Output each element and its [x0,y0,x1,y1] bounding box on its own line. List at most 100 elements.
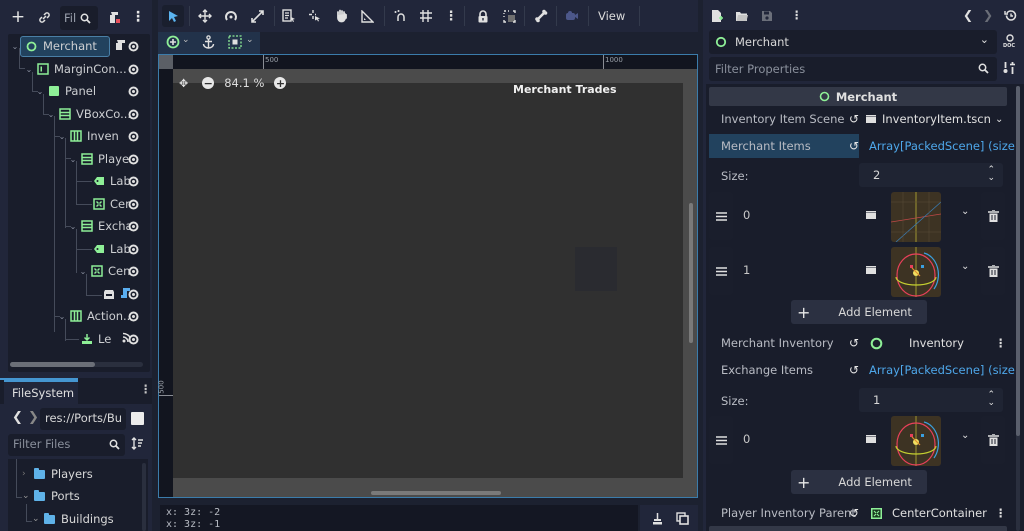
kebab-menu-icon[interactable]: ⋮ [995,506,1007,520]
tree-node-exchange[interactable]: ⌄ Excha [68,215,146,237]
inspector-menu-icon[interactable]: ⋮ [791,8,803,22]
scale-mode-button[interactable] [246,5,268,27]
collapse-arrow-icon[interactable]: ⌄ [35,87,45,96]
chevron-down-icon[interactable]: ⌄ [246,35,254,45]
tree-node-centercontainer[interactable]: Cen [90,193,146,215]
history-forward-icon[interactable]: ❯ [983,8,993,22]
visibility-eye-icon[interactable] [126,62,140,76]
viewport-vertical-scrollbar[interactable] [689,203,693,343]
scene-thumbnail-preview[interactable] [891,192,941,242]
collapse-arrow-icon[interactable]: ⌄ [68,155,78,164]
visibility-eye-icon[interactable] [126,332,140,346]
tree-horizontal-scrollbar[interactable] [10,362,143,367]
tree-node-margincontainer[interactable]: ⌄ MarginCon... [24,58,146,80]
delete-element-button[interactable] [981,247,1005,295]
revert-icon[interactable]: ↺ [849,112,859,126]
add-element-button[interactable]: + Add Element [791,470,927,494]
back-arrow-icon[interactable]: ❮ [12,410,23,425]
anchor-icon[interactable] [202,35,215,52]
script-icon[interactable] [115,39,126,54]
spin-arrows-icon[interactable]: ⌃ ⌄ [987,166,995,183]
camera-override-button[interactable] [561,5,583,27]
property-merchant-items[interactable]: Merchant Items ↺ Array[PackedScene] (siz… [709,133,1015,159]
tree-node-vboxcontainer[interactable]: ⌄ VBoxCo... [46,103,146,125]
spin-arrows-icon[interactable]: ⌃ ⌄ [987,391,995,408]
tree-node-actions[interactable]: ⌄ Action... [57,305,146,327]
collapse-arrow-icon[interactable]: ⌄ [32,514,40,524]
visibility-eye-icon[interactable] [126,287,140,301]
resource-picker[interactable]: InventoryItem.tscn [865,112,991,126]
history-icon[interactable] [1004,9,1017,25]
scene-thumbnail-preview[interactable] [891,416,941,466]
inspector-scrollbar[interactable] [1016,86,1020,531]
object-selector[interactable]: Merchant ⌄ [709,30,997,54]
filesystem-menu-icon[interactable]: ⋮ [140,382,152,396]
visibility-eye-icon[interactable] [126,264,140,278]
node-path-value[interactable]: CenterContainer [892,506,987,520]
filesystem-scrollbar[interactable] [142,463,146,531]
zoom-in-button[interactable]: + [274,77,287,89]
visibility-eye-icon[interactable] [126,309,140,323]
zoom-level[interactable]: 84.1 % [224,76,264,90]
array-size-spinbox[interactable]: 2 ⌃ ⌄ [859,163,1003,187]
collapse-arrow-icon[interactable]: ⌄ [78,267,88,276]
tree-node-player[interactable]: ⌄ Playe [68,148,146,170]
viewport-horizontal-scrollbar[interactable] [371,491,501,495]
tree-node-merchant[interactable]: ⌄ Merchant [10,35,146,57]
drag-handle-icon[interactable] [709,192,733,240]
kebab-menu-icon[interactable]: ⋮ [995,336,1007,350]
snap-options-icon[interactable]: ⋮ [440,5,462,27]
collapse-arrow-icon[interactable]: ⌄ [46,110,56,119]
clear-output-icon[interactable] [652,512,663,528]
chevron-down-icon[interactable]: ⌄ [961,261,969,272]
tree-node-label[interactable]: Lab [90,238,146,260]
fs-folder-ports[interactable]: ⌄ Ports [22,486,80,506]
revert-icon[interactable]: ↺ [849,506,859,520]
expand-arrow-icon[interactable]: › [22,469,30,479]
chevron-down-icon[interactable]: ⌄ [961,430,969,441]
move-mode-button[interactable] [194,5,216,27]
tree-node-label[interactable]: Lab [90,170,146,192]
collapse-arrow-icon[interactable]: ⌄ [10,42,20,51]
drag-handle-icon[interactable] [709,416,733,464]
chevron-down-icon[interactable]: ⌄ [182,35,190,45]
smart-snap-button[interactable] [389,5,411,27]
grid-snap-button[interactable] [415,5,437,27]
group-button[interactable] [498,5,520,27]
tree-node-instance[interactable] [100,283,146,305]
visibility-eye-icon[interactable] [126,197,140,211]
visibility-eye-icon[interactable] [126,39,140,53]
sort-icon[interactable] [131,437,144,453]
filter-files-input[interactable]: Filter Files [8,434,125,456]
next-section-header[interactable] [709,526,1007,531]
visibility-eye-icon[interactable] [126,242,140,256]
pan-mode-button[interactable] [330,5,352,27]
visibility-eye-icon[interactable] [126,129,140,143]
visibility-eye-icon[interactable] [126,107,140,121]
array-size-spinbox[interactable]: 1 ⌃ ⌄ [859,388,1003,412]
collapse-arrow-icon[interactable]: ⌄ [57,132,67,141]
add-node-button[interactable]: + [8,6,28,28]
array-toggle-link[interactable]: Array[PackedScene] (size [869,363,1015,377]
add-anchor-preset-button[interactable] [166,35,180,52]
collapse-arrow-icon[interactable]: ⌄ [68,222,78,231]
list-select-button[interactable] [278,5,300,27]
open-folder-icon[interactable] [735,10,749,25]
chevron-down-icon[interactable]: ⌄ [995,114,1003,125]
attach-script-button[interactable] [104,6,124,28]
skeleton-bone-button[interactable] [530,5,552,27]
rotate-mode-button[interactable] [220,5,242,27]
section-header-merchant[interactable]: Merchant [709,87,1007,106]
scene-thumbnail-preview[interactable] [891,247,941,297]
delete-element-button[interactable] [981,416,1005,464]
visibility-eye-icon[interactable] [126,219,140,233]
filter-properties-input[interactable]: Filter Properties [709,57,997,81]
collapse-arrow-icon[interactable]: ⌄ [22,491,30,501]
filesystem-path-input[interactable]: res://Ports/Bu [40,408,126,430]
tree-node-centercontainer[interactable]: ⌄ Cen [78,260,146,282]
toggle-split-mode-icon[interactable] [131,412,144,425]
revert-icon[interactable]: ↺ [849,139,859,153]
visibility-eye-icon[interactable] [126,84,140,98]
history-back-icon[interactable]: ❮ [963,8,973,22]
property-exchange-items[interactable]: Exchange Items ↺ Array[PackedScene] (siz… [709,357,1015,383]
